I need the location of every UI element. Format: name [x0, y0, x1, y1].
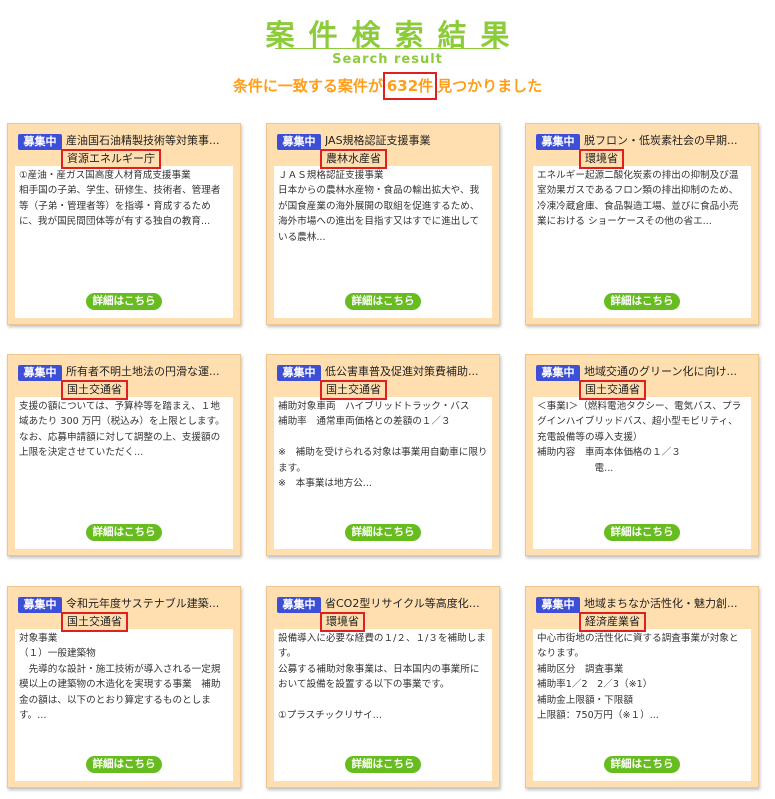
result-suffix: 見つかりました — [437, 77, 543, 95]
project-card[interactable]: 募集中 令和元年度サステナブル建築... 国土交通省 対象事業 （１）一般建築物… — [7, 586, 241, 788]
page-subtitle: Search result — [332, 52, 443, 67]
card-title[interactable]: 産油国石油精製技術等対策事... — [66, 133, 231, 149]
status-badge: 募集中 — [277, 365, 321, 381]
detail-button[interactable]: 詳細はこちら — [604, 756, 680, 773]
detail-button[interactable]: 詳細はこちら — [604, 293, 680, 310]
card-title[interactable]: JAS規格認証支援事業 — [325, 133, 490, 149]
ministry-label: 資源エネルギー庁 — [61, 149, 161, 169]
detail-button[interactable]: 詳細はこちら — [345, 756, 421, 773]
card-title[interactable]: 低公害車普及促進対策費補助... — [325, 364, 490, 380]
status-badge: 募集中 — [18, 597, 62, 613]
status-badge: 募集中 — [277, 597, 321, 613]
card-description: 対象事業 （１）一般建築物 先導的な設計・施工技術が導入される一定規模以上の建築… — [19, 633, 221, 722]
card-title[interactable]: 地域交通のグリーン化に向け... — [584, 364, 749, 380]
card-description: エネルギー起源二酸化炭素の排出の抑制及び温室効果ガスであるフロン類の排出抑制のた… — [537, 170, 739, 228]
status-badge: 募集中 — [277, 134, 321, 150]
ministry-label: 国土交通省 — [61, 380, 128, 400]
card-description: 支援の額については、予算枠等を踏まえ、１地域あたり 300 万円（税込み）を上限… — [19, 401, 228, 459]
detail-button[interactable]: 詳細はこちら — [345, 293, 421, 310]
card-title[interactable]: 令和元年度サステナブル建築... — [66, 596, 231, 612]
card-description: 中心市街地の活性化に資する調査事業が対象となります。 補助区分 調査事業 補助率… — [537, 633, 739, 722]
card-title[interactable]: 地域まちなか活性化・魅力創... — [584, 596, 749, 612]
card-title[interactable]: 脱フロン・低炭素社会の早期... — [584, 133, 749, 149]
ministry-label: 環境省 — [320, 612, 365, 632]
card-title[interactable]: 省CO2型リサイクル等高度化設... — [325, 596, 490, 612]
project-card[interactable]: 募集中 JAS規格認証支援事業 農林水産省 ＪＡＳ規格認証支援事業 日本からの農… — [266, 123, 500, 325]
detail-button[interactable]: 詳細はこちら — [345, 524, 421, 541]
project-card[interactable]: 募集中 地域まちなか活性化・魅力創... 経済産業省 中心市街地の活性化に資する… — [525, 586, 759, 788]
ministry-label: 経済産業省 — [579, 612, 646, 632]
card-description: ①産油・産ガス国高度人材育成支援事業 相手国の子弟、学生、研修生、技術者、管理者… — [19, 170, 221, 228]
status-badge: 募集中 — [18, 365, 62, 381]
project-card[interactable]: 募集中 脱フロン・低炭素社会の早期... 環境省 エネルギー起源二酸化炭素の排出… — [525, 123, 759, 325]
detail-button[interactable]: 詳細はこちら — [86, 293, 162, 310]
ministry-label: 国土交通省 — [320, 380, 387, 400]
page-header: 案件検索結果 Search result 条件に一致する案件が 632件 見つかりま… — [0, 0, 775, 100]
card-description: 補助対象車両 ハイブリッドトラック・バス 補助率 通常車両価格との差額の１／３ … — [278, 401, 488, 490]
card-description: 設備導入に必要な経費の１/２、１/３を補助します。 公募する補助対象事業は、日本… — [278, 633, 486, 722]
detail-button[interactable]: 詳細はこちら — [604, 524, 680, 541]
project-card[interactable]: 募集中 地域交通のグリーン化に向け... 国土交通省 ＜事業Ⅰ＞（燃料電池タクシ… — [525, 354, 759, 556]
result-count: 632件 — [382, 72, 438, 100]
result-summary: 条件に一致する案件が 632件 見つかりました — [0, 72, 775, 100]
project-card[interactable]: 募集中 低公害車普及促進対策費補助... 国土交通省 補助対象車両 ハイブリッド… — [266, 354, 500, 556]
result-prefix: 条件に一致する案件が — [232, 77, 383, 95]
ministry-label: 環境省 — [579, 149, 624, 169]
ministry-label: 農林水産省 — [320, 149, 387, 169]
project-card[interactable]: 募集中 所有者不明土地法の円滑な運... 国土交通省 支援の額については、予算枠… — [7, 354, 241, 556]
status-badge: 募集中 — [536, 597, 580, 613]
ministry-label: 国土交通省 — [579, 380, 646, 400]
detail-button[interactable]: 詳細はこちら — [86, 524, 162, 541]
card-title[interactable]: 所有者不明土地法の円滑な運... — [66, 364, 231, 380]
card-description: ＜事業Ⅰ＞（燃料電池タクシー、電気バス、プラグインハイブリッドバス、超小型モビリ… — [537, 401, 742, 474]
project-card[interactable]: 募集中 産油国石油精製技術等対策事... 資源エネルギー庁 ①産油・産ガス国高度… — [7, 123, 241, 325]
title-underline — [275, 48, 500, 49]
detail-button[interactable]: 詳細はこちら — [86, 756, 162, 773]
card-description: ＪＡＳ規格認証支援事業 日本からの農林水産物・食品の輸出拡大や、我が国食産業の海… — [278, 170, 480, 243]
status-badge: 募集中 — [536, 365, 580, 381]
status-badge: 募集中 — [536, 134, 580, 150]
status-badge: 募集中 — [18, 134, 62, 150]
project-card[interactable]: 募集中 省CO2型リサイクル等高度化設... 環境省 設備導入に必要な経費の１/… — [266, 586, 500, 788]
ministry-label: 国土交通省 — [61, 612, 128, 632]
